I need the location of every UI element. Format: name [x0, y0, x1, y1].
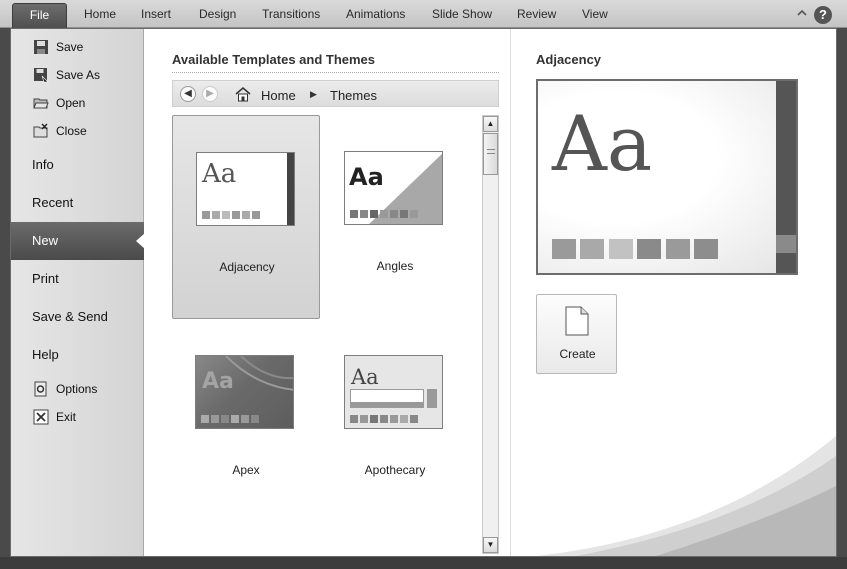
active-pointer-icon — [136, 233, 145, 249]
theme-thumbnail: Aa — [195, 355, 294, 429]
scroll-thumb[interactable] — [483, 133, 498, 175]
thumbnail-sample-text: Aa — [202, 159, 237, 189]
title-divider — [172, 72, 499, 73]
nav-options-label: Options — [56, 382, 98, 396]
thumbnail-sample-text: Aa — [351, 365, 379, 389]
create-button[interactable]: Create — [536, 294, 617, 374]
tab-transitions[interactable]: Transitions — [262, 7, 320, 21]
floppy-disk-icon — [34, 40, 48, 54]
window-bottom-edge — [0, 557, 847, 569]
options-icon — [34, 381, 47, 397]
section-title: Available Templates and Themes — [172, 52, 376, 67]
tab-view[interactable]: View — [582, 7, 608, 21]
nav-save-as-label: Save As — [56, 68, 101, 82]
home-icon[interactable] — [235, 86, 251, 102]
theme-label: Apex — [232, 463, 260, 477]
breadcrumb-home[interactable]: Home — [261, 88, 296, 103]
create-label: Create — [559, 347, 596, 361]
file-tab[interactable]: File — [12, 3, 67, 28]
new-document-icon — [565, 306, 589, 336]
tab-home[interactable]: Home — [84, 7, 116, 21]
theme-apex[interactable]: Aa Apex — [172, 319, 320, 523]
back-arrow-icon[interactable]: ◀ — [180, 86, 196, 102]
ribbon-tab-bar: File Home Insert Design Transitions Anim… — [0, 0, 847, 28]
backstage-nav: Save Save As Open Close Info Recent New … — [11, 29, 145, 556]
thumbnail-sample-text: Aa — [202, 369, 234, 394]
nav-options[interactable]: Options — [33, 379, 97, 399]
close-folder-icon — [33, 123, 48, 138]
theme-thumbnail: Aa — [344, 355, 443, 429]
nav-open-label: Open — [56, 96, 86, 110]
theme-thumbnail: Aa — [196, 152, 295, 226]
nav-new-label: New — [32, 233, 59, 248]
themes-scrollbar[interactable]: ▲ ▼ — [482, 115, 499, 554]
theme-label: Apothecary — [364, 463, 426, 477]
theme-thumbnail: Aa — [344, 151, 443, 225]
tab-review[interactable]: Review — [517, 7, 556, 21]
tab-insert[interactable]: Insert — [141, 7, 171, 21]
nav-save-as[interactable]: Save As — [33, 65, 100, 85]
preview-sample-text: Aa — [552, 99, 653, 188]
theme-angles[interactable]: Aa Angles — [321, 115, 469, 319]
breadcrumb-themes[interactable]: Themes — [330, 88, 377, 103]
chevron-right-icon: ▶ — [310, 89, 317, 99]
nav-recent[interactable]: Recent — [32, 195, 73, 210]
exit-icon — [33, 409, 49, 425]
nav-save-label: Save — [56, 40, 84, 54]
templates-panel: Available Templates and Themes ◀ ▶ Home … — [145, 29, 511, 556]
minimize-ribbon-icon[interactable] — [795, 6, 809, 20]
nav-help[interactable]: Help — [32, 347, 59, 362]
scroll-up-arrow-icon[interactable]: ▲ — [483, 116, 498, 132]
theme-apothecary[interactable]: Aa Apothecary — [321, 319, 469, 523]
theme-label: Angles — [376, 259, 414, 273]
forward-arrow-icon[interactable]: ▶ — [202, 86, 218, 102]
theme-adjacency[interactable]: Aa Adjacency — [172, 115, 320, 319]
theme-label: Adjacency — [219, 260, 275, 274]
save-as-icon — [34, 68, 49, 83]
nav-exit[interactable]: Exit — [33, 407, 76, 427]
thumbnail-sample-text: Aa — [349, 163, 384, 191]
scroll-down-arrow-icon[interactable]: ▼ — [483, 537, 498, 553]
preview-accent-bar — [776, 81, 796, 273]
nav-info[interactable]: Info — [32, 157, 54, 172]
theme-preview: Aa — [536, 79, 798, 275]
nav-save-and-send[interactable]: Save & Send — [32, 309, 108, 324]
breadcrumb: ◀ ▶ Home ▶ Themes — [172, 80, 499, 107]
tab-animations[interactable]: Animations — [346, 7, 405, 21]
nav-close[interactable]: Close — [33, 121, 87, 141]
nav-print[interactable]: Print — [32, 271, 59, 286]
nav-close-label: Close — [56, 124, 87, 138]
background-swoosh — [536, 436, 836, 556]
tab-design[interactable]: Design — [199, 7, 236, 21]
help-icon[interactable]: ? — [814, 6, 832, 24]
nav-save[interactable]: Save — [33, 37, 83, 57]
nav-exit-label: Exit — [56, 410, 77, 424]
backstage-view: Save Save As Open Close Info Recent New … — [10, 28, 837, 557]
nav-new[interactable]: New — [11, 222, 145, 260]
preview-title: Adjacency — [536, 52, 602, 67]
nav-open[interactable]: Open — [33, 93, 85, 113]
tab-slide-show[interactable]: Slide Show — [432, 7, 492, 21]
open-folder-icon — [33, 98, 49, 109]
